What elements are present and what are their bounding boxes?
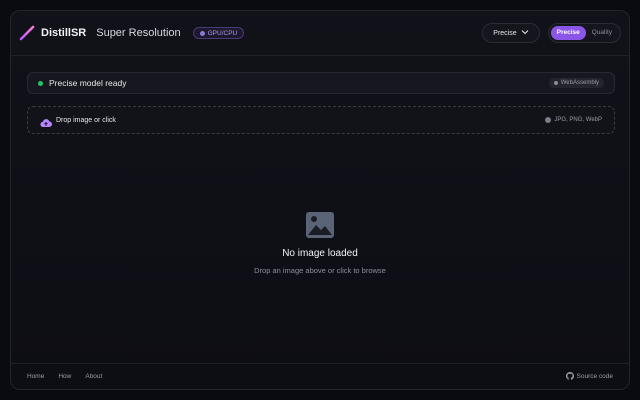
mode-quality-button[interactable]: Quality: [586, 26, 618, 40]
model-select[interactable]: Precise: [482, 23, 540, 43]
supported-formats: JPG, PNG, WebP: [545, 117, 602, 123]
image-icon: [305, 211, 335, 239]
runtime-badge-label: WebAssembly: [560, 80, 599, 86]
footer: Home How About Source code: [11, 363, 629, 389]
source-code-label: Source code: [576, 373, 614, 380]
app-window: DistillSR Super Resolution GPU/CPU Preci…: [10, 10, 630, 390]
info-icon: [545, 117, 552, 123]
github-icon: [565, 371, 574, 382]
brand-name: DistillSR: [41, 27, 87, 39]
mode-toggle: Precise Quality: [547, 23, 621, 43]
image-dropzone[interactable]: Drop image or click JPG, PNG, WebP: [27, 106, 615, 134]
status-indicator-dot: [38, 80, 43, 86]
brand-tagline: Super Resolution: [96, 27, 181, 39]
dropzone-label: Drop image or click: [56, 116, 116, 124]
chevron-down-icon: [521, 29, 529, 37]
empty-state-title: No image loaded: [282, 248, 358, 259]
supported-formats-label: JPG, PNG, WebP: [554, 117, 602, 123]
empty-state-subtitle: Drop an image above or click to browse: [254, 266, 386, 275]
gpu-cpu-badge: GPU/CPU: [192, 27, 245, 39]
source-code-link[interactable]: Source code: [565, 371, 614, 382]
chip-icon: [199, 30, 205, 36]
cloud-upload-icon: [40, 115, 52, 127]
mode-precise-button[interactable]: Precise: [550, 26, 586, 40]
model-status-bar: Precise model ready WebAssembly: [27, 72, 615, 94]
model-select-value: Precise: [493, 29, 517, 37]
footer-link-home[interactable]: Home: [27, 373, 44, 380]
wand-logo-icon: [19, 25, 35, 41]
footer-link-how[interactable]: How: [58, 373, 71, 380]
gpu-cpu-badge-label: GPU/CPU: [207, 29, 238, 37]
footer-link-about[interactable]: About: [85, 373, 102, 380]
header: DistillSR Super Resolution GPU/CPU Preci…: [11, 11, 629, 56]
empty-state: No image loaded Drop an image above or c…: [11, 211, 629, 275]
runtime-icon: [553, 81, 558, 85]
runtime-badge: WebAssembly: [548, 78, 604, 88]
status-text: Precise model ready: [49, 78, 127, 88]
